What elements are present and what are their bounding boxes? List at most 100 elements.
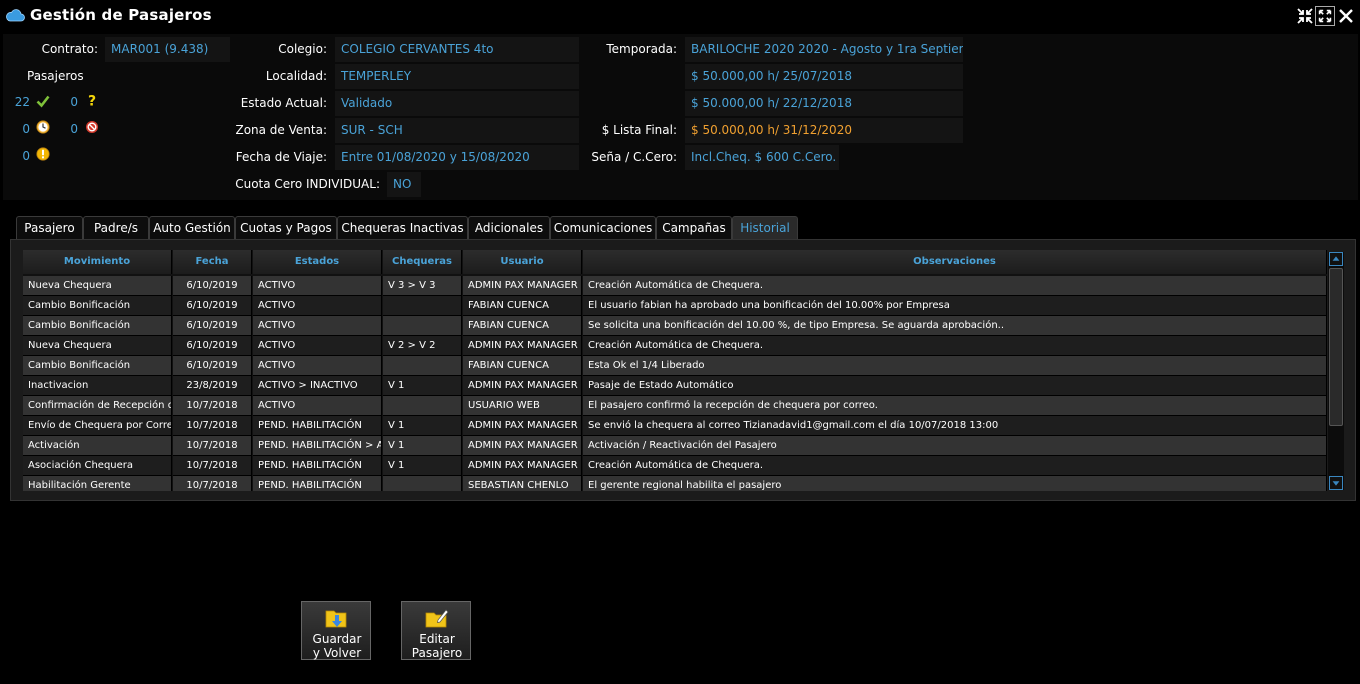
cell-estados: ACTIVO bbox=[253, 336, 382, 356]
localidad-label: Localidad: bbox=[265, 69, 327, 83]
scroll-down-icon[interactable] bbox=[1329, 476, 1343, 490]
tab-comunicaciones[interactable]: Comunicaciones bbox=[550, 216, 656, 239]
cloud-icon bbox=[6, 9, 25, 22]
sena-label: Seña / C.Cero: bbox=[591, 150, 677, 164]
pending-count: 0 bbox=[22, 122, 30, 136]
collapse-icon[interactable] bbox=[1295, 6, 1315, 26]
cell-estados: ACTIVO > INACTIVO bbox=[253, 376, 382, 396]
table-row[interactable]: Habilitación Gerente 10/7/2018 PEND. HABIL… bbox=[23, 476, 1327, 491]
cell-usuario: USUARIO WEB bbox=[463, 396, 582, 416]
tab-adicionales[interactable]: Adicionales bbox=[468, 216, 550, 239]
cell-fecha: 10/7/2018 bbox=[173, 456, 252, 476]
cell-chequeras: V 3 > V 3 bbox=[383, 276, 462, 296]
cell-usuario: FABIAN CUENCA bbox=[463, 356, 582, 376]
cell-movimiento: Asociación Chequera bbox=[23, 456, 172, 476]
cell-chequeras bbox=[383, 296, 462, 316]
cell-observaciones: Creación Automática de Chequera. bbox=[583, 456, 1327, 476]
contract-info-panel: Contrato: MAR001 (9.438) Pasajeros 22 0 … bbox=[3, 34, 1358, 200]
grid-scrollbar[interactable] bbox=[1328, 252, 1344, 490]
cell-fecha: 10/7/2018 bbox=[173, 416, 252, 436]
cell-estados: ACTIVO bbox=[253, 276, 382, 296]
scroll-up-icon[interactable] bbox=[1329, 252, 1343, 266]
table-row[interactable]: Cambio Bonificación 6/10/2019 ACTIVO FABIAN… bbox=[23, 356, 1327, 376]
cell-chequeras bbox=[383, 316, 462, 336]
maximize-icon[interactable] bbox=[1315, 6, 1335, 26]
cell-observaciones: Creación Automática de Chequera. bbox=[583, 336, 1327, 356]
cell-chequeras: V 1 bbox=[383, 416, 462, 436]
colegio-value: COLEGIO CERVANTES 4to bbox=[335, 37, 579, 62]
tab-auto-gestion[interactable]: Auto Gestión bbox=[149, 216, 235, 239]
warning-icon bbox=[36, 147, 50, 161]
precio-2-value: $ 50.000,00 h/ 22/12/2018 bbox=[685, 91, 963, 116]
cell-chequeras bbox=[383, 356, 462, 376]
cell-fecha: 6/10/2019 bbox=[173, 336, 252, 356]
cell-observaciones: Se envió la chequera al correo Tizianada… bbox=[583, 416, 1327, 436]
cell-fecha: 6/10/2019 bbox=[173, 356, 252, 376]
table-row[interactable]: Nueva Chequera 6/10/2019 ACTIVO V 3 > V 3 AD… bbox=[23, 276, 1327, 296]
cell-observaciones: Creación Automática de Chequera. bbox=[583, 276, 1327, 296]
cell-estados: ACTIVO bbox=[253, 356, 382, 376]
temporada-value: BARILOCHE 2020 2020 - Agosto y 1ra Septi… bbox=[685, 37, 963, 62]
table-row[interactable]: Inactivacion 23/8/2019 ACTIVO > INACTIVO V … bbox=[23, 376, 1327, 396]
table-row[interactable]: Confirmación de Recepción de 10/7/2018 ACT… bbox=[23, 396, 1327, 416]
cell-usuario: FABIAN CUENCA bbox=[463, 296, 582, 316]
estado-value: Validado bbox=[335, 91, 579, 116]
cuota-cero-value: NO bbox=[387, 172, 421, 197]
clock-icon bbox=[36, 120, 50, 134]
sena-value: Incl.Cheq. $ 600 C.Cero. bbox=[685, 145, 839, 170]
cell-chequeras: V 1 bbox=[383, 376, 462, 396]
cell-chequeras bbox=[383, 396, 462, 416]
grid-header: Movimiento Fecha Estados Chequeras Usuar… bbox=[23, 250, 1327, 274]
cell-usuario: ADMIN PAX MANAGER bbox=[463, 276, 582, 296]
editar-pasajero-button[interactable]: Editar Pasajero bbox=[401, 601, 471, 660]
cell-usuario: ADMIN PAX MANAGER bbox=[463, 416, 582, 436]
col-header-chequeras[interactable]: Chequeras bbox=[383, 250, 462, 274]
table-row[interactable]: Cambio Bonificación 6/10/2019 ACTIVO FABIAN… bbox=[23, 296, 1327, 316]
tab-historial[interactable]: Historial bbox=[732, 216, 798, 239]
table-row[interactable]: Activación 10/7/2018 PEND. HABILITACIÓN > … bbox=[23, 436, 1327, 456]
table-row[interactable]: Envío de Chequera por Correo 10/7/2018 PEN… bbox=[23, 416, 1327, 436]
col-header-observaciones[interactable]: Observaciones bbox=[583, 250, 1327, 274]
cell-movimiento: Cambio Bonificación bbox=[23, 316, 172, 336]
cell-chequeras: V 1 bbox=[383, 456, 462, 476]
title-bar: Gestión de Pasajeros bbox=[0, 0, 1360, 32]
cell-movimiento: Activación bbox=[23, 436, 172, 456]
cell-movimiento: Nueva Chequera bbox=[23, 276, 172, 296]
cell-observaciones: Esta Ok el 1/4 Liberado bbox=[583, 356, 1327, 376]
tab-pasajero[interactable]: Pasajero bbox=[16, 216, 83, 239]
guardar-volver-button[interactable]: Guardar y Volver bbox=[301, 601, 371, 660]
close-icon[interactable] bbox=[1336, 6, 1356, 26]
cell-movimiento: Envío de Chequera por Correo bbox=[23, 416, 172, 436]
pasajeros-title: Pasajeros bbox=[27, 69, 84, 83]
folder-edit-icon bbox=[425, 609, 449, 628]
zona-value: SUR - SCH bbox=[335, 118, 579, 143]
cell-usuario: ADMIN PAX MANAGER bbox=[463, 456, 582, 476]
table-row[interactable]: Nueva Chequera 6/10/2019 ACTIVO V 2 > V 2 AD… bbox=[23, 336, 1327, 356]
cell-fecha: 6/10/2019 bbox=[173, 276, 252, 296]
table-row[interactable]: Cambio Bonificación 6/10/2019 ACTIVO FABIAN… bbox=[23, 316, 1327, 336]
tab-campanas[interactable]: Campañas bbox=[656, 216, 732, 239]
cell-estados: PEND. HABILITACIÓN bbox=[253, 476, 382, 491]
fecha-viaje-label: Fecha de Viaje: bbox=[235, 150, 327, 164]
col-header-usuario[interactable]: Usuario bbox=[463, 250, 582, 274]
lista-final-label: $ Lista Final: bbox=[601, 123, 677, 137]
tab-cuotas-pagos[interactable]: Cuotas y Pagos bbox=[235, 216, 337, 239]
cell-usuario: ADMIN PAX MANAGER bbox=[463, 376, 582, 396]
cell-usuario: ADMIN PAX MANAGER bbox=[463, 436, 582, 456]
tab-padres[interactable]: Padre/s bbox=[83, 216, 149, 239]
col-header-estados[interactable]: Estados bbox=[253, 250, 382, 274]
scroll-thumb[interactable] bbox=[1329, 268, 1343, 426]
cell-estados: ACTIVO bbox=[253, 396, 382, 416]
confirmed-count: 22 bbox=[14, 95, 30, 109]
col-header-movimiento[interactable]: Movimiento bbox=[23, 250, 172, 274]
zona-label: Zona de Venta: bbox=[235, 123, 327, 137]
tab-chequeras-inactivas[interactable]: Chequeras Inactivas bbox=[337, 216, 468, 239]
estado-label: Estado Actual: bbox=[240, 96, 327, 110]
cell-usuario: FABIAN CUENCA bbox=[463, 316, 582, 336]
col-header-fecha[interactable]: Fecha bbox=[173, 250, 252, 274]
warning-count: 0 bbox=[22, 149, 30, 163]
question-icon: ? bbox=[88, 94, 96, 108]
table-row[interactable]: Asociación Chequera 10/7/2018 PEND. HABILI… bbox=[23, 456, 1327, 476]
cell-fecha: 6/10/2019 bbox=[173, 316, 252, 336]
cell-chequeras bbox=[383, 476, 462, 491]
